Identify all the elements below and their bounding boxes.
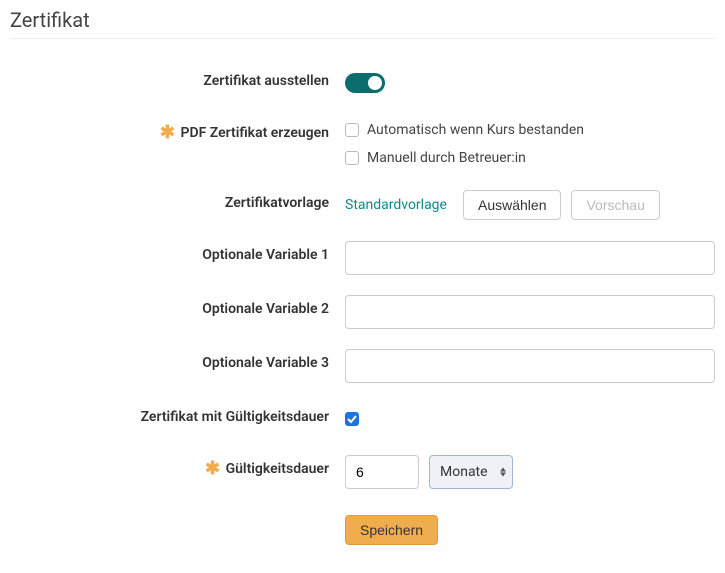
- var1-input[interactable]: [345, 241, 715, 275]
- var1-label: Optionale Variable 1: [10, 241, 345, 263]
- pdf-auto-label: Automatisch wenn Kurs bestanden: [367, 122, 584, 138]
- var3-input[interactable]: [345, 349, 715, 383]
- certificate-form: Zertifikat ausstellen ✱ PDF Zertifikat e…: [10, 47, 715, 545]
- pdf-generate-label: PDF Zertifikat erzeugen: [180, 125, 329, 141]
- chevron-updown-icon: [500, 468, 506, 477]
- validity-unit-value: Monate: [440, 464, 488, 480]
- required-icon: ✱: [205, 458, 220, 479]
- pdf-manual-checkbox[interactable]: [345, 151, 359, 165]
- var2-label: Optionale Variable 2: [10, 295, 345, 317]
- template-link[interactable]: Standardvorlage: [345, 197, 447, 213]
- issue-certificate-toggle[interactable]: [345, 73, 385, 93]
- validity-enabled-label: Zertifikat mit Gültigkeitsdauer: [10, 403, 345, 425]
- required-icon: ✱: [160, 122, 175, 143]
- save-button[interactable]: Speichern: [345, 515, 438, 545]
- validity-unit-select[interactable]: Monate: [429, 455, 513, 489]
- issue-certificate-label: Zertifikat ausstellen: [10, 67, 345, 89]
- pdf-auto-checkbox[interactable]: [345, 123, 359, 137]
- page-title: Zertifikat: [10, 8, 715, 39]
- validity-enabled-checkbox[interactable]: [345, 412, 359, 426]
- template-label: Zertifikatvorlage: [10, 189, 345, 211]
- var3-label: Optionale Variable 3: [10, 349, 345, 371]
- validity-value-input[interactable]: [345, 455, 419, 489]
- validity-label: Gültigkeitsdauer: [226, 461, 329, 477]
- pdf-manual-label: Manuell durch Betreuer:in: [367, 150, 526, 166]
- template-preview-button[interactable]: Vorschau: [571, 190, 659, 220]
- template-select-button[interactable]: Auswählen: [463, 190, 562, 220]
- var2-input[interactable]: [345, 295, 715, 329]
